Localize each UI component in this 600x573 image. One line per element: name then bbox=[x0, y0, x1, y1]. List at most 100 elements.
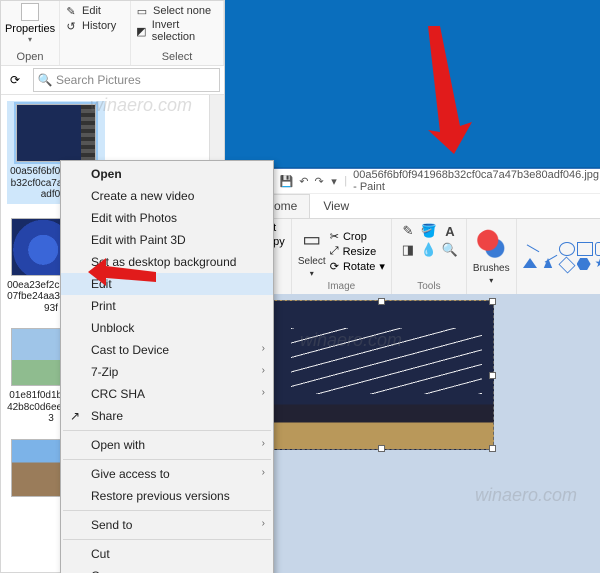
menu-item-cut[interactable]: Cut bbox=[61, 543, 273, 565]
paint-ribbon: ut opy ▭ Select ▾ ✂Crop ⤢Resize ⟳Rotate … bbox=[261, 219, 600, 296]
shape-rect[interactable] bbox=[577, 242, 593, 256]
menu-item-create-a-new-video[interactable]: Create a new video bbox=[61, 185, 273, 207]
menu-item-open[interactable]: Open bbox=[61, 163, 273, 185]
undo-icon[interactable]: ↶ bbox=[299, 174, 308, 188]
zoom-tool[interactable]: 🔍 bbox=[440, 241, 460, 259]
menu-item-7-zip[interactable]: 7-Zip› bbox=[61, 361, 273, 383]
thumbnail-image bbox=[16, 104, 96, 162]
menu-separator bbox=[63, 539, 271, 540]
history-button[interactable]: ↺ History bbox=[64, 19, 126, 33]
menu-item-label: Restore previous versions bbox=[91, 489, 230, 503]
menu-item-copy[interactable]: Copy bbox=[61, 565, 273, 573]
text-tool[interactable]: A bbox=[440, 222, 460, 240]
properties-button[interactable]: Properties ▾ bbox=[5, 3, 55, 44]
select-group-label: Select bbox=[135, 49, 219, 63]
explorer-ribbon: Properties ▾ Open ✎ Edit ↺ History ▭ Select… bbox=[1, 1, 224, 66]
rotate-button[interactable]: ⟳Rotate ▾ bbox=[330, 260, 385, 273]
open-group-label: Open bbox=[5, 49, 55, 63]
customize-icon[interactable]: ▾ bbox=[330, 174, 339, 188]
paint-window: ▾ 💾 ↶ ↷ ▾ | 00a56f6bf0f941968b32cf0ca7a4… bbox=[260, 168, 600, 573]
crop-label: Crop bbox=[343, 231, 367, 243]
menu-item-label: Give access to bbox=[91, 467, 170, 481]
fill-tool[interactable]: 🪣 bbox=[419, 222, 439, 240]
resize-handle[interactable] bbox=[489, 372, 496, 379]
menu-item-cast-to-device[interactable]: Cast to Device› bbox=[61, 339, 273, 361]
brushes-button[interactable]: Brushes ▾ bbox=[473, 229, 510, 285]
tab-view[interactable]: View bbox=[310, 194, 362, 218]
select-none-label: Select none bbox=[153, 5, 211, 17]
pencil-tool[interactable]: ✎ bbox=[398, 222, 418, 240]
brushes-label: Brushes bbox=[473, 263, 510, 274]
shape-diamond[interactable] bbox=[558, 257, 575, 274]
search-input[interactable]: 🔍 Search Pictures bbox=[33, 68, 220, 92]
menu-item-label: Cut bbox=[91, 547, 110, 561]
shape-right-triangle[interactable] bbox=[543, 258, 551, 268]
resize-handle[interactable] bbox=[378, 298, 385, 305]
rotate-label: Rotate bbox=[343, 261, 375, 273]
picker-tool[interactable]: 💧 bbox=[419, 241, 439, 259]
shape-star[interactable]: ★ bbox=[595, 258, 600, 270]
menu-item-give-access-to[interactable]: Give access to› bbox=[61, 463, 273, 485]
history-icon: ↺ bbox=[64, 19, 78, 33]
redo-icon[interactable]: ↷ bbox=[314, 174, 323, 188]
menu-item-label: Send to bbox=[91, 518, 132, 532]
select-icon: ▭ bbox=[298, 226, 326, 254]
menu-item-label: Cast to Device bbox=[91, 343, 169, 357]
shapes-gallery[interactable]: ★ ✶ bbox=[523, 242, 600, 272]
paint-title-text: 00a56f6bf0f941968b32cf0ca7a47b3e80adf046… bbox=[353, 169, 599, 193]
select-button[interactable]: ▭ Select ▾ bbox=[298, 226, 326, 278]
menu-item-restore-previous-versions[interactable]: Restore previous versions bbox=[61, 485, 273, 507]
scrollbar-thumb[interactable] bbox=[212, 99, 222, 135]
menu-item-share[interactable]: ↗Share bbox=[61, 405, 273, 427]
context-menu[interactable]: Open Create a new videoEdit with PhotosEd… bbox=[60, 160, 274, 573]
resize-handle[interactable] bbox=[489, 298, 496, 305]
resize-handle[interactable] bbox=[378, 445, 385, 452]
chevron-down-icon: ▾ bbox=[489, 276, 493, 285]
menu-item-edit-with-paint-3d[interactable]: Edit with Paint 3D bbox=[61, 229, 273, 251]
menu-item-label: Open bbox=[91, 167, 122, 181]
search-placeholder: Search Pictures bbox=[56, 73, 141, 87]
properties-icon bbox=[21, 3, 39, 21]
resize-label: Resize bbox=[343, 246, 377, 258]
refresh-button[interactable]: ⟳ bbox=[3, 68, 27, 92]
chevron-right-icon: › bbox=[262, 387, 265, 398]
edit-icon: ✎ bbox=[64, 4, 78, 18]
crop-button[interactable]: ✂Crop bbox=[330, 230, 385, 243]
menu-item-label: Share bbox=[91, 409, 123, 423]
select-none-icon: ▭ bbox=[135, 4, 149, 18]
shape-roundrect[interactable] bbox=[595, 242, 600, 256]
menu-item-unblock[interactable]: Unblock bbox=[61, 317, 273, 339]
edit-label: Edit bbox=[82, 5, 101, 17]
paint-canvas-area[interactable]: winaero.com bbox=[261, 294, 600, 573]
edit-button[interactable]: ✎ Edit bbox=[64, 4, 126, 18]
menu-item-crc-sha[interactable]: CRC SHA › bbox=[61, 383, 273, 405]
menu-separator bbox=[63, 459, 271, 460]
menu-item-send-to[interactable]: Send to › bbox=[61, 514, 273, 536]
menu-item-label: CRC SHA bbox=[91, 387, 145, 401]
menu-item-edit-with-photos[interactable]: Edit with Photos bbox=[61, 207, 273, 229]
select-none-button[interactable]: ▭ Select none bbox=[135, 4, 219, 18]
tools-group-label: Tools bbox=[398, 281, 460, 292]
chevron-right-icon: › bbox=[262, 518, 265, 529]
paint-canvas[interactable] bbox=[267, 300, 494, 450]
chevron-down-icon: ▾ bbox=[310, 269, 314, 278]
menu-item-open-with[interactable]: Open with› bbox=[61, 434, 273, 456]
paint-tabbar: ome View bbox=[261, 194, 600, 219]
eraser-tool[interactable]: ◨ bbox=[398, 241, 418, 259]
refresh-icon: ⟳ bbox=[10, 73, 20, 87]
menu-item-label: Print bbox=[91, 299, 116, 313]
shape-oval[interactable] bbox=[559, 242, 575, 256]
resize-handle[interactable] bbox=[489, 445, 496, 452]
resize-button[interactable]: ⤢Resize bbox=[330, 245, 385, 258]
explorer-toolbar: ⟳ 🔍 Search Pictures bbox=[1, 66, 224, 95]
menu-item-label: Copy bbox=[91, 569, 119, 573]
invert-selection-label: Invert selection bbox=[152, 19, 219, 43]
menu-separator bbox=[63, 510, 271, 511]
history-label: History bbox=[82, 20, 116, 32]
shape-hexagon[interactable] bbox=[577, 258, 591, 270]
filmstrip-icon bbox=[81, 105, 95, 161]
menu-separator bbox=[63, 430, 271, 431]
save-icon[interactable]: 💾 bbox=[280, 174, 294, 188]
paint-titlebar[interactable]: ▾ 💾 ↶ ↷ ▾ | 00a56f6bf0f941968b32cf0ca7a4… bbox=[261, 169, 600, 194]
invert-selection-button[interactable]: ◩Invert selection bbox=[135, 19, 219, 43]
